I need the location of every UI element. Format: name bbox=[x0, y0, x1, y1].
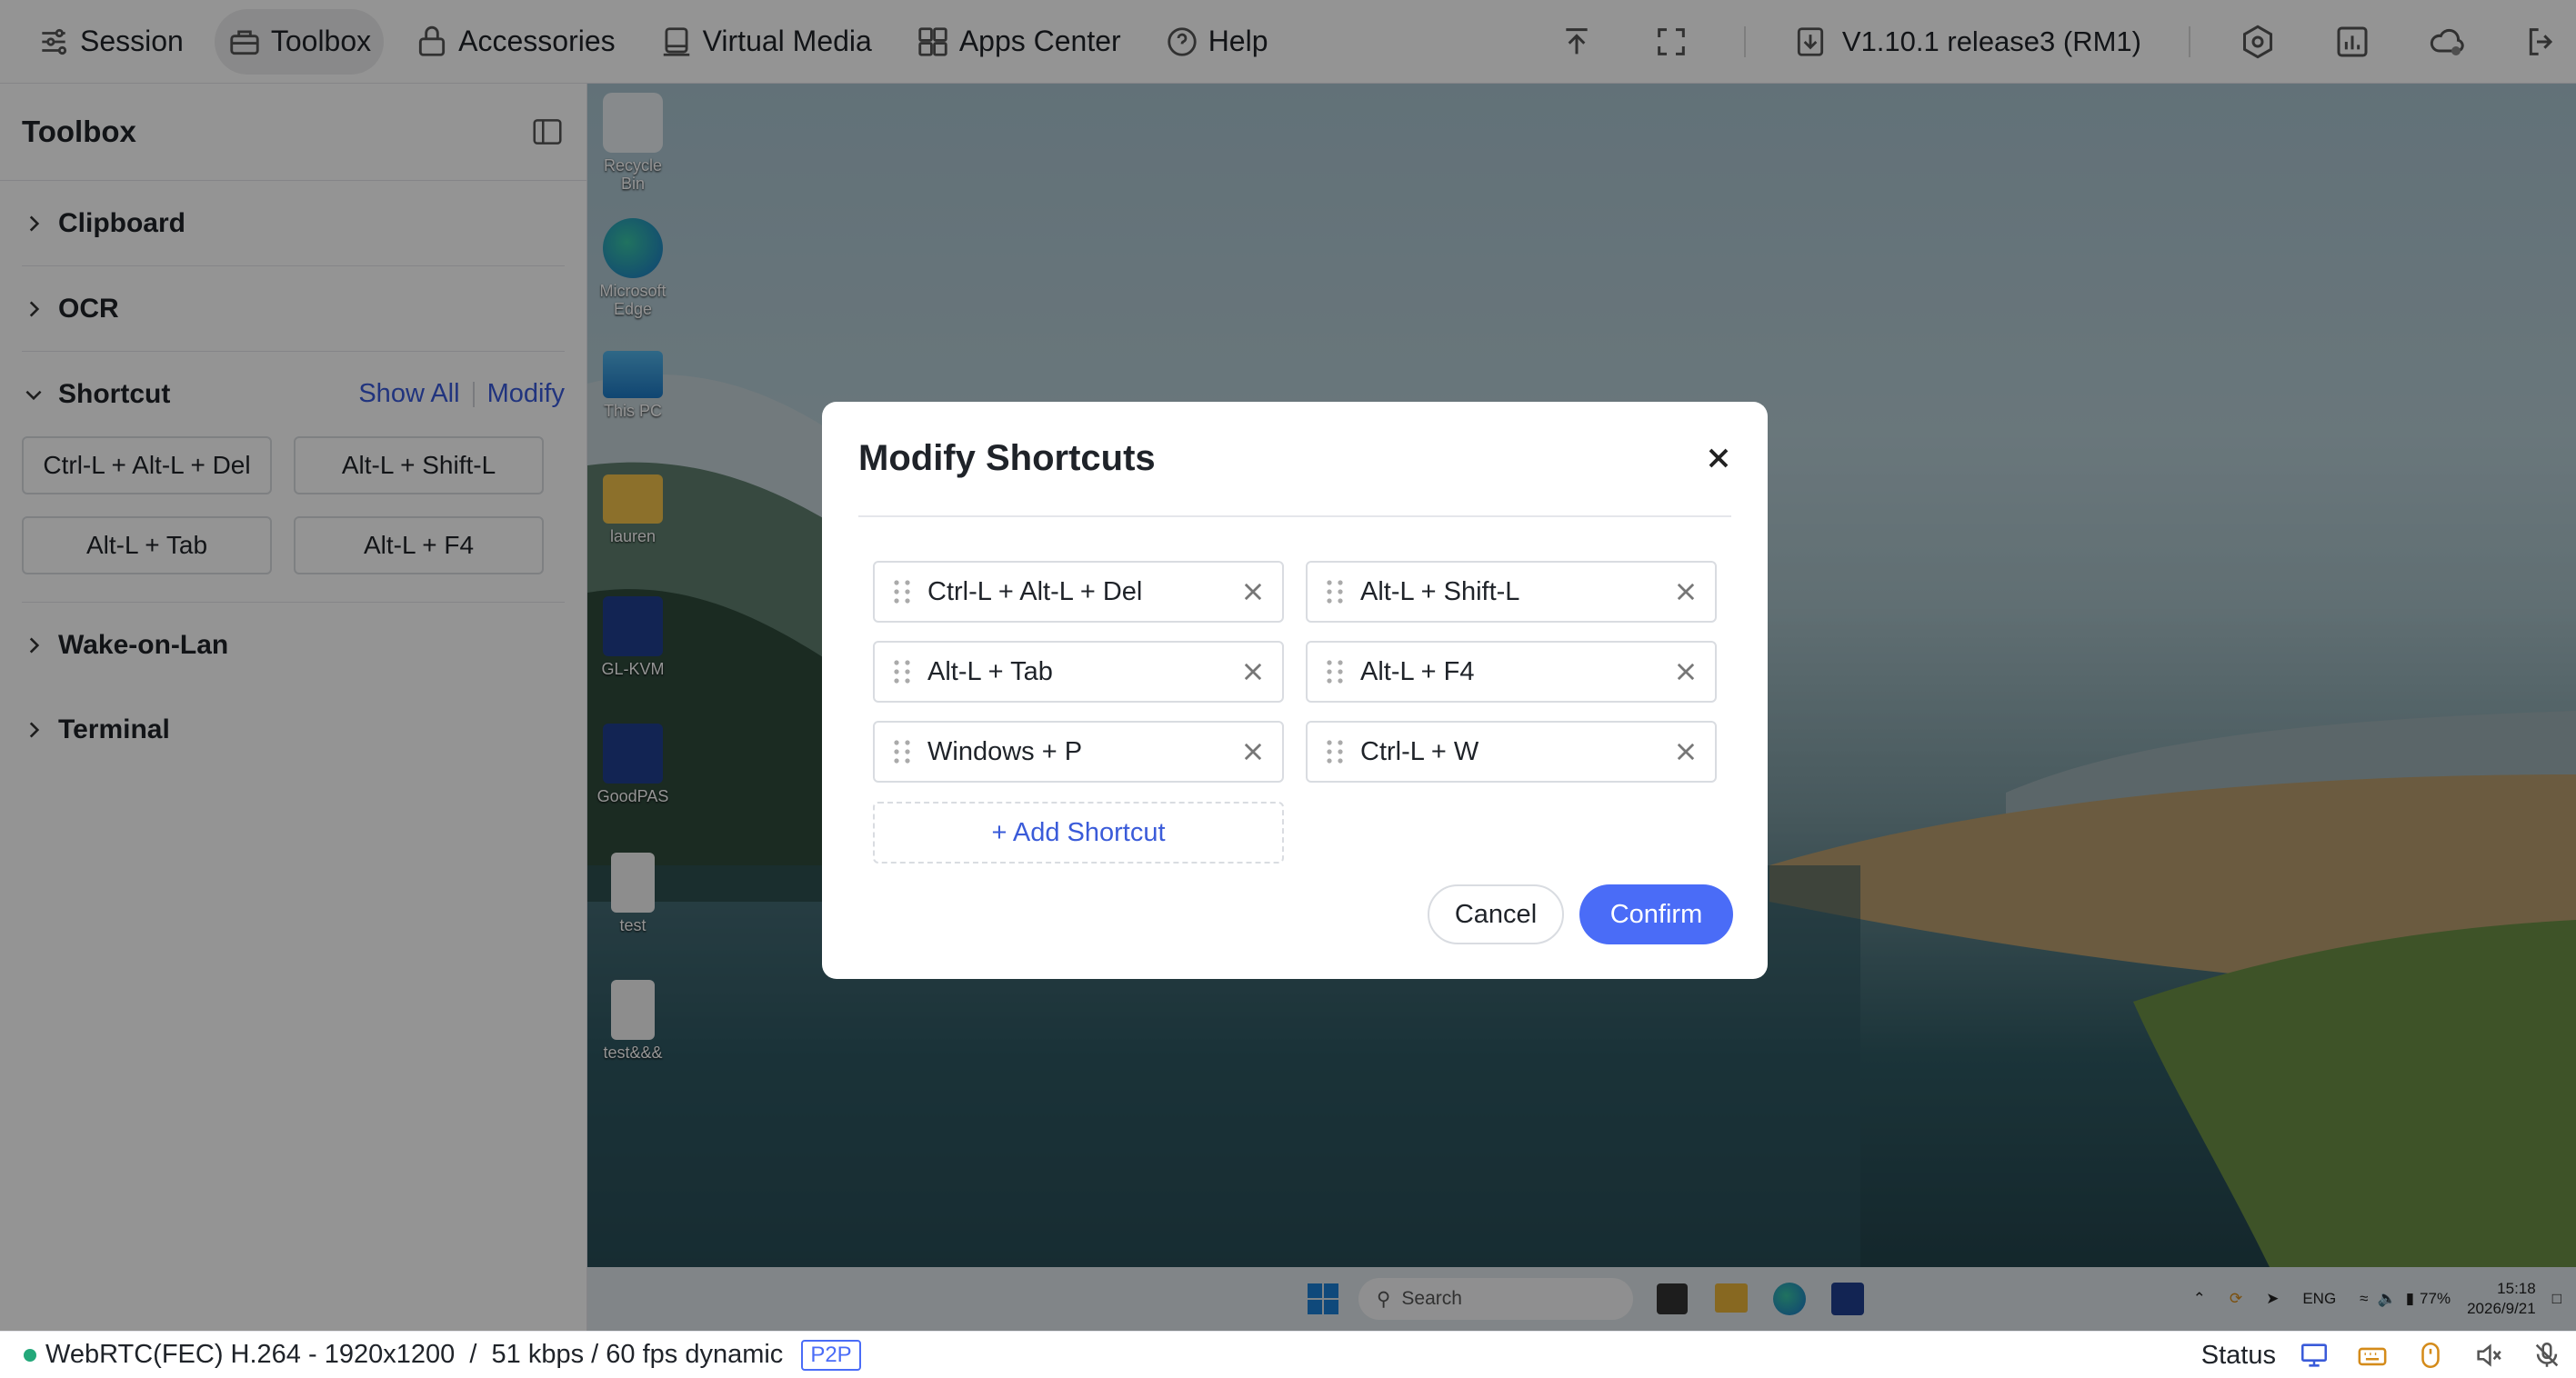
shortcut-entry[interactable]: Alt-L + Tab bbox=[873, 641, 1284, 703]
status-bar-right: Status bbox=[2201, 1332, 2576, 1378]
remove-icon[interactable] bbox=[1240, 579, 1266, 604]
confirm-button[interactable]: Confirm bbox=[1579, 884, 1733, 944]
close-icon[interactable] bbox=[1702, 442, 1735, 474]
add-shortcut-button[interactable]: + Add Shortcut bbox=[873, 802, 1284, 864]
drag-handle-icon[interactable] bbox=[1326, 739, 1344, 764]
dialog-divider bbox=[858, 515, 1731, 517]
drag-handle-icon[interactable] bbox=[1326, 659, 1344, 684]
remove-icon[interactable] bbox=[1673, 579, 1699, 604]
keyboard-icon[interactable] bbox=[2352, 1335, 2392, 1375]
remove-icon[interactable] bbox=[1673, 739, 1699, 764]
cancel-button[interactable]: Cancel bbox=[1428, 884, 1564, 944]
drag-handle-icon[interactable] bbox=[893, 579, 911, 604]
dialog-title: Modify Shortcuts bbox=[858, 438, 1156, 478]
shortcut-entry[interactable]: Alt-L + Shift-L bbox=[1306, 561, 1717, 623]
connection-status-dot bbox=[24, 1348, 36, 1362]
status-label[interactable]: Status bbox=[2201, 1341, 2276, 1371]
remove-icon[interactable] bbox=[1240, 659, 1266, 684]
remove-icon[interactable] bbox=[1240, 739, 1266, 764]
shortcut-entry-label: Alt-L + F4 bbox=[1360, 656, 1475, 686]
drag-handle-icon[interactable] bbox=[893, 739, 911, 764]
connection-info: WebRTC(FEC) H.264 - 1920x1200 / 51 kbps … bbox=[45, 1340, 784, 1369]
shortcut-entry[interactable]: Ctrl-L + Alt-L + Del bbox=[873, 561, 1284, 623]
shortcut-entry-label: Alt-L + Tab bbox=[927, 656, 1053, 686]
p2p-badge: P2P bbox=[801, 1339, 861, 1371]
drag-handle-icon[interactable] bbox=[1326, 579, 1344, 604]
shortcut-entry-label: Ctrl-L + W bbox=[1360, 736, 1479, 766]
shortcut-entry[interactable]: Windows + P bbox=[873, 721, 1284, 783]
monitor-icon[interactable] bbox=[2294, 1335, 2334, 1375]
status-bar: WebRTC(FEC) H.264 - 1920x1200 / 51 kbps … bbox=[0, 1331, 2576, 1378]
shortcut-entry-label: Alt-L + Shift-L bbox=[1360, 576, 1520, 606]
shortcut-entry[interactable]: Ctrl-L + W bbox=[1306, 721, 1717, 783]
modify-shortcuts-dialog: Modify Shortcuts Ctrl-L + Alt-L + Del Al… bbox=[822, 402, 1768, 979]
remove-icon[interactable] bbox=[1673, 659, 1699, 684]
mouse-icon[interactable] bbox=[2411, 1335, 2451, 1375]
shortcut-entry[interactable]: Alt-L + F4 bbox=[1306, 641, 1717, 703]
shortcut-entry-label: Windows + P bbox=[927, 736, 1083, 766]
mute-icon[interactable] bbox=[2469, 1335, 2509, 1375]
shortcut-entry-label: Ctrl-L + Alt-L + Del bbox=[927, 576, 1143, 606]
microphone-off-icon[interactable] bbox=[2527, 1335, 2567, 1375]
drag-handle-icon[interactable] bbox=[893, 659, 911, 684]
